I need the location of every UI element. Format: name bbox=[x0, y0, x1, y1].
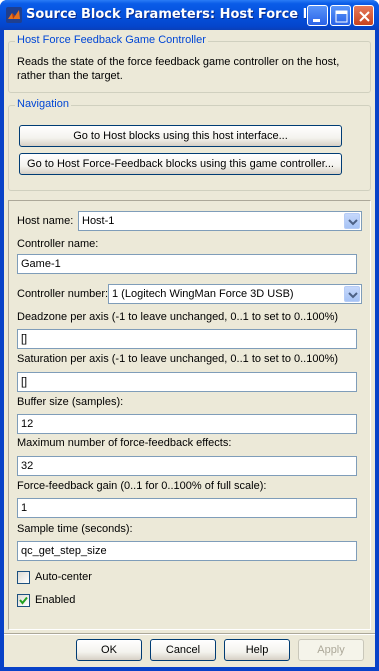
close-button[interactable] bbox=[353, 5, 374, 26]
buffer-size-label: Buffer size (samples): bbox=[17, 396, 124, 408]
checkmark-icon bbox=[19, 596, 28, 605]
chevron-down-icon[interactable] bbox=[344, 286, 360, 302]
dialog-window: Source Block Parameters: Host Force Feed… bbox=[0, 0, 379, 671]
navigation-group: Navigation Go to Host blocks using this … bbox=[8, 98, 371, 191]
host-name-label: Host name: bbox=[17, 215, 74, 227]
footer-divider bbox=[4, 633, 375, 635]
max-effects-label: Maximum number of force-feedback effects… bbox=[17, 437, 232, 449]
saturation-label: Saturation per axis (-1 to leave unchang… bbox=[17, 353, 339, 365]
close-icon bbox=[359, 11, 370, 22]
deadzone-field[interactable]: [] bbox=[17, 329, 357, 349]
enabled-label: Enabled bbox=[35, 594, 76, 606]
cancel-button[interactable]: Cancel bbox=[150, 639, 216, 661]
auto-center-checkbox[interactable] bbox=[17, 571, 30, 584]
saturation-field[interactable]: [] bbox=[17, 372, 357, 392]
controller-number-label: Controller number: bbox=[17, 288, 109, 300]
window-title: Source Block Parameters: Host Force Feed… bbox=[26, 7, 306, 22]
go-to-force-feedback-blocks-button[interactable]: Go to Host Force-Feedback blocks using t… bbox=[19, 153, 342, 175]
ok-button[interactable]: OK bbox=[76, 639, 142, 661]
parameters-panel: Host name: Host-1 Controller name: Game-… bbox=[8, 200, 371, 630]
sample-time-field[interactable]: qc_get_step_size bbox=[17, 541, 357, 561]
minimize-button[interactable] bbox=[307, 5, 328, 26]
host-name-value: Host-1 bbox=[82, 215, 115, 227]
sample-time-label: Sample time (seconds): bbox=[17, 523, 133, 535]
buffer-size-field[interactable]: 12 bbox=[17, 414, 357, 434]
description-group-title: Host Force Feedback Game Controller bbox=[15, 34, 208, 46]
maximize-icon bbox=[335, 10, 348, 23]
dialog-body: Host Force Feedback Game Controller Read… bbox=[4, 30, 375, 667]
controller-number-value: 1 (Logitech WingMan Force 3D USB) bbox=[112, 288, 294, 300]
apply-button[interactable]: Apply bbox=[298, 639, 364, 661]
controller-name-field[interactable]: Game-1 bbox=[17, 254, 357, 274]
controller-number-dropdown[interactable]: 1 (Logitech WingMan Force 3D USB) bbox=[108, 284, 362, 304]
auto-center-label: Auto-center bbox=[35, 571, 92, 583]
block-description: Reads the state of the force feedback ga… bbox=[17, 56, 340, 82]
description-group: Host Force Feedback Game Controller Read… bbox=[8, 34, 371, 93]
chevron-down-icon[interactable] bbox=[344, 213, 360, 229]
navigation-group-title: Navigation bbox=[15, 98, 71, 110]
gain-field[interactable]: 1 bbox=[17, 498, 357, 518]
enabled-checkbox[interactable] bbox=[17, 594, 30, 607]
maximize-button[interactable] bbox=[330, 5, 351, 26]
minimize-icon bbox=[313, 19, 320, 22]
controller-name-label: Controller name: bbox=[17, 238, 99, 250]
title-bar[interactable]: Source Block Parameters: Host Force Feed… bbox=[0, 0, 379, 30]
go-to-host-blocks-button[interactable]: Go to Host blocks using this host interf… bbox=[19, 125, 342, 147]
max-effects-field[interactable]: 32 bbox=[17, 456, 357, 476]
host-name-dropdown[interactable]: Host-1 bbox=[78, 211, 362, 231]
help-button[interactable]: Help bbox=[224, 639, 290, 661]
gain-label: Force-feedback gain (0..1 for 0..100% of… bbox=[17, 480, 267, 492]
matlab-logo-icon bbox=[6, 7, 22, 23]
deadzone-label: Deadzone per axis (-1 to leave unchanged… bbox=[17, 311, 339, 323]
